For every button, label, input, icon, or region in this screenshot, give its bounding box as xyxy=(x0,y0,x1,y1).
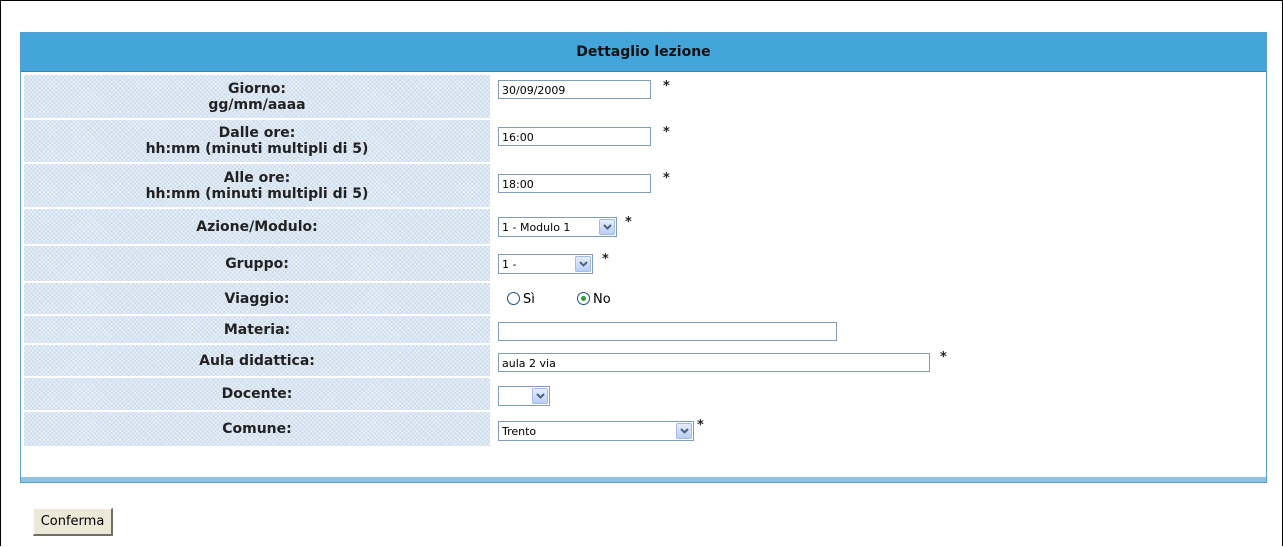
end-time-input[interactable]: 18:00 xyxy=(498,174,651,193)
chevron-down-icon[interactable] xyxy=(676,423,692,439)
label-aula-didattica: Aula didattica: xyxy=(24,345,490,376)
label-gruppo: Gruppo: xyxy=(24,246,490,281)
row-azione-modulo: Azione/Modulo: 1 - Modulo 1 * xyxy=(21,207,1266,244)
viaggio-si-radio[interactable] xyxy=(507,292,520,305)
chevron-down-icon[interactable] xyxy=(532,388,548,404)
label-docente: Docente: xyxy=(24,378,490,410)
row-comune: Comune: Trento * xyxy=(21,410,1266,446)
comune-selected: Trento xyxy=(502,425,537,438)
gruppo-select[interactable]: 1 - xyxy=(498,254,593,274)
label-alle-ore: Alle ore: hh:mm (minuti multipli di 5) xyxy=(24,164,490,207)
value-cell-comune: Trento * xyxy=(493,412,1263,446)
row-dalle-ore: Dalle ore: hh:mm (minuti multipli di 5) … xyxy=(21,118,1266,162)
value-cell-dalle-ore: 16:00 * xyxy=(493,120,1263,162)
start-time-input[interactable]: 16:00 xyxy=(498,127,651,146)
row-alle-ore: Alle ore: hh:mm (minuti multipli di 5) 1… xyxy=(21,162,1266,207)
label-dalle-ore-hint: hh:mm (minuti multipli di 5) xyxy=(145,141,369,157)
value-cell-giorno: 30/09/2009 * xyxy=(493,75,1263,118)
label-dalle-ore: Dalle ore: hh:mm (minuti multipli di 5) xyxy=(24,120,490,162)
required-marker: * xyxy=(940,350,947,365)
required-marker: * xyxy=(663,79,670,94)
value-cell-alle-ore: 18:00 * xyxy=(493,164,1263,207)
required-marker: * xyxy=(663,125,670,140)
comune-select[interactable]: Trento xyxy=(498,421,694,441)
label-azione-modulo: Azione/Modulo: xyxy=(24,209,490,244)
required-marker: * xyxy=(625,215,632,230)
row-gruppo: Gruppo: 1 - * xyxy=(21,244,1266,281)
docente-select[interactable] xyxy=(498,386,550,406)
panel-title: Dettaglio lezione xyxy=(21,33,1266,72)
label-giorno-text: Giorno: xyxy=(228,80,286,97)
chevron-down-icon[interactable] xyxy=(599,219,615,235)
aula-input[interactable]: aula 2 via xyxy=(498,353,930,372)
date-input[interactable]: 30/09/2009 xyxy=(498,80,651,99)
azione-modulo-select[interactable]: 1 - Modulo 1 xyxy=(498,217,617,237)
gruppo-selected: 1 - xyxy=(502,258,517,271)
materia-input[interactable] xyxy=(498,322,837,341)
row-materia: Materia: xyxy=(21,314,1266,343)
panel-footer-bar xyxy=(21,477,1266,482)
label-viaggio: Viaggio: xyxy=(24,283,490,314)
viaggio-si-label: Sì xyxy=(523,292,535,307)
required-marker: * xyxy=(697,418,704,433)
row-docente: Docente: xyxy=(21,376,1266,410)
value-cell-materia xyxy=(493,316,1263,343)
label-giorno: Giorno: gg/mm/aaaa xyxy=(24,75,490,118)
label-materia: Materia: xyxy=(24,316,490,343)
required-marker: * xyxy=(663,171,670,186)
label-giorno-hint: gg/mm/aaaa xyxy=(208,96,306,113)
value-cell-aula-didattica: aula 2 via * xyxy=(493,345,1263,376)
value-cell-azione-modulo: 1 - Modulo 1 * xyxy=(493,209,1263,244)
lesson-detail-panel: Dettaglio lezione Giorno: gg/mm/aaaa 30/… xyxy=(20,32,1267,483)
value-cell-gruppo: 1 - * xyxy=(493,246,1263,281)
radio-selected-dot xyxy=(581,296,586,301)
label-alle-ore-hint: hh:mm (minuti multipli di 5) xyxy=(145,185,369,202)
label-comune: Comune: xyxy=(24,412,490,446)
value-cell-viaggio: Sì No xyxy=(493,283,1263,314)
row-aula-didattica: Aula didattica: aula 2 via * xyxy=(21,343,1266,376)
label-alle-ore-text: Alle ore: xyxy=(223,169,291,186)
value-cell-docente xyxy=(493,378,1263,410)
row-viaggio: Viaggio: Sì No xyxy=(21,281,1266,314)
viaggio-no-label: No xyxy=(593,292,611,307)
conferma-button[interactable]: Conferma xyxy=(33,508,113,536)
row-giorno: Giorno: gg/mm/aaaa 30/09/2009 * xyxy=(21,73,1266,118)
required-marker: * xyxy=(602,252,609,267)
chevron-down-icon[interactable] xyxy=(575,256,591,272)
azione-modulo-selected: 1 - Modulo 1 xyxy=(502,221,571,234)
label-dalle-ore-text: Dalle ore: xyxy=(218,125,296,141)
viaggio-no-radio[interactable] xyxy=(577,292,590,305)
